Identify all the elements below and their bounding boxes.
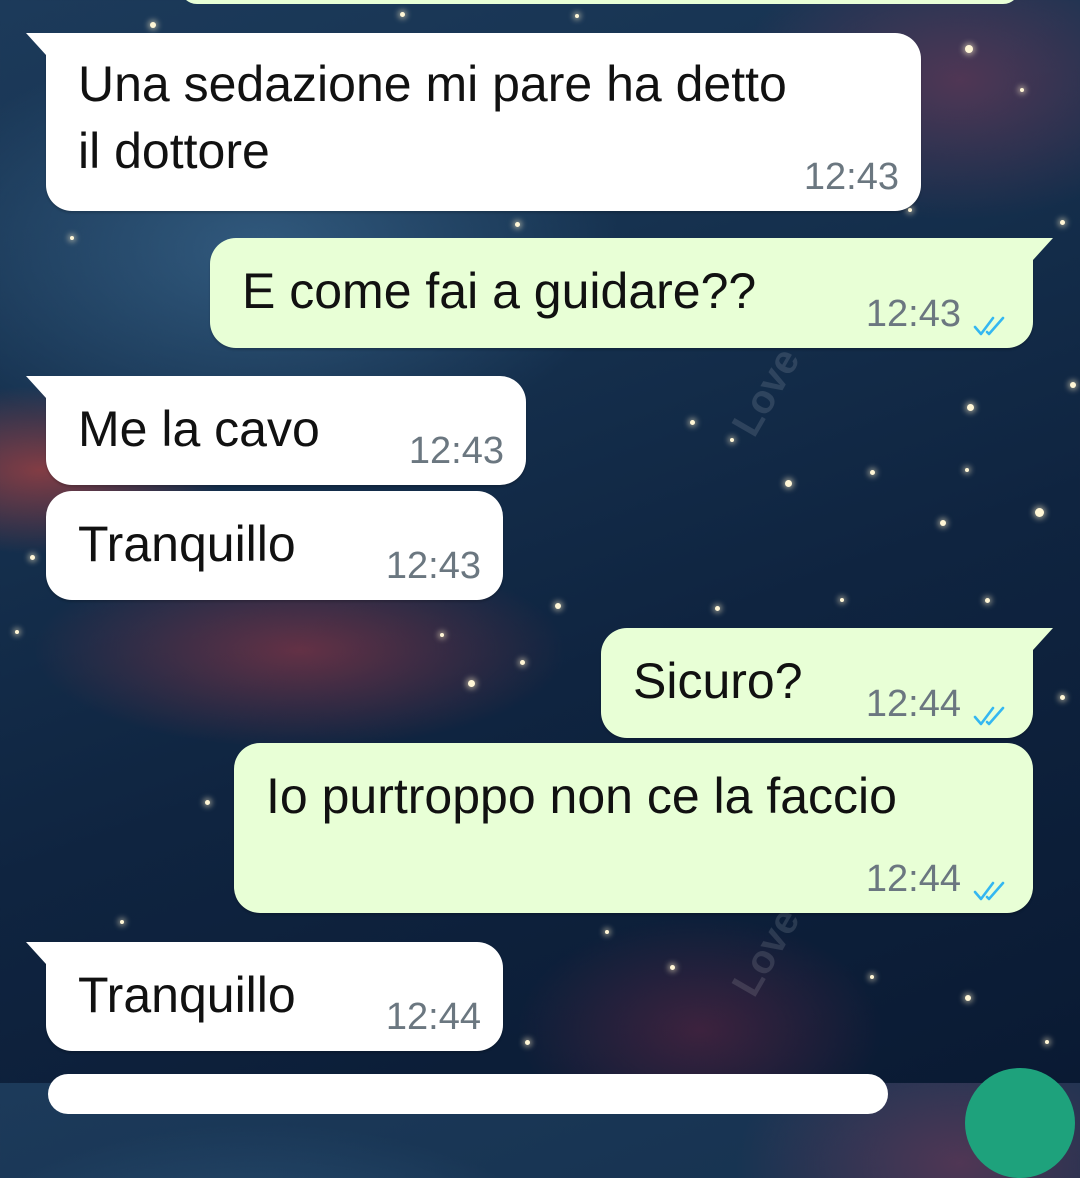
partial-message-bubble-top <box>180 0 1020 4</box>
message-timestamp: 12:44 <box>866 858 1009 901</box>
message-text-line: Io purtroppo non ce la faccio <box>266 768 897 824</box>
timestamp-text: 12:43 <box>408 430 504 472</box>
message-timestamp: 12:43 <box>386 545 481 588</box>
message-text: E come fai a guidare?? <box>242 258 756 325</box>
message-text: Me la cavo <box>78 396 320 463</box>
message-text-line: Tranquillo <box>78 516 296 572</box>
incoming-message-bubble[interactable]: Una sedazione mi pare ha detto il dottore… <box>26 33 921 211</box>
message-text: Io purtroppo non ce la faccio <box>266 763 897 830</box>
partial-message-bubble-bottom <box>48 1074 888 1114</box>
timestamp-text: 12:44 <box>865 858 961 900</box>
timestamp-text: 12:43 <box>385 545 481 587</box>
message-text-line: Una sedazione mi pare ha detto <box>78 56 787 112</box>
message-text-line: Me la cavo <box>78 401 320 457</box>
outgoing-message-bubble[interactable]: Io purtroppo non ce la faccio 12:44 <box>234 743 1033 913</box>
message-timestamp: 12:44 <box>386 996 481 1039</box>
message-text: Sicuro? <box>633 648 803 715</box>
message-text: Una sedazione mi pare ha detto il dottore <box>78 51 787 185</box>
timestamp-text: 12:44 <box>865 683 961 725</box>
incoming-message-bubble[interactable]: Tranquillo 12:44 <box>26 942 503 1051</box>
message-text: Tranquillo <box>78 962 296 1029</box>
message-text: Tranquillo <box>78 511 296 578</box>
incoming-message-bubble[interactable]: Me la cavo 12:43 <box>26 376 526 485</box>
timestamp-text: 12:43 <box>803 156 899 198</box>
message-text-line: Tranquillo <box>78 967 296 1023</box>
double-check-icon <box>973 694 1009 725</box>
timestamp-text: 12:43 <box>865 293 961 335</box>
outgoing-message-bubble[interactable]: Sicuro? 12:44 <box>601 628 1053 738</box>
message-timestamp: 12:43 <box>804 156 899 199</box>
message-text-line: E come fai a guidare?? <box>242 263 757 319</box>
message-timestamp: 12:43 <box>866 293 1009 336</box>
double-check-icon <box>973 304 1009 335</box>
timestamp-text: 12:44 <box>385 996 481 1038</box>
message-timestamp: 12:43 <box>409 430 504 473</box>
message-timestamp: 12:44 <box>866 683 1009 726</box>
message-text-line: Sicuro? <box>633 653 803 709</box>
double-check-icon <box>973 869 1009 900</box>
scroll-to-bottom-button[interactable] <box>965 1068 1075 1178</box>
incoming-message-bubble[interactable]: Tranquillo 12:43 <box>46 491 503 600</box>
message-text-line: il dottore <box>78 123 270 179</box>
outgoing-message-bubble[interactable]: E come fai a guidare?? 12:43 <box>210 238 1053 348</box>
